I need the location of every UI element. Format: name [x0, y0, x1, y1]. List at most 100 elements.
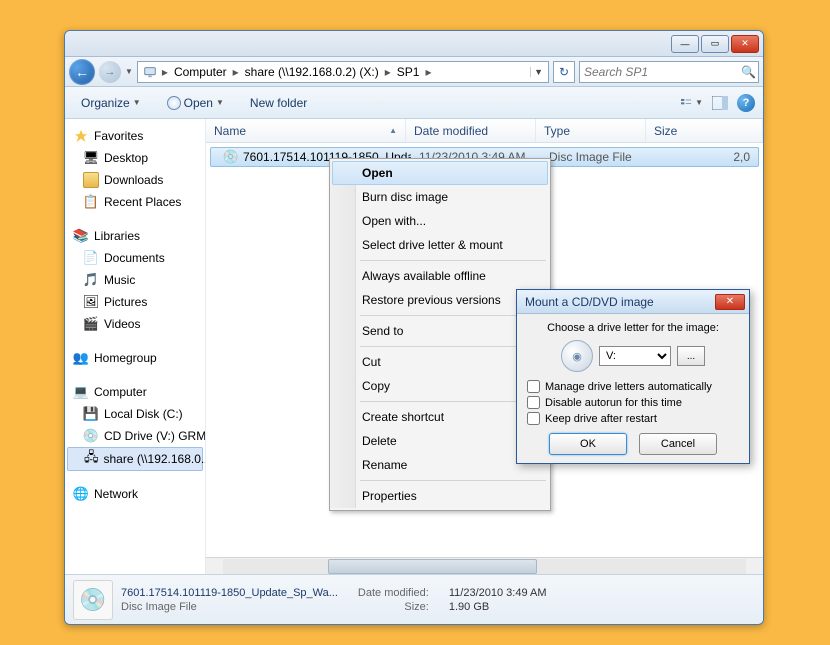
disable-autorun-checkbox[interactable]: Disable autorun for this time: [527, 396, 739, 409]
breadcrumb-dropdown[interactable]: ▼: [530, 67, 546, 77]
file-type: Disc Image File: [541, 150, 651, 164]
desktop-icon: 🖥: [83, 150, 99, 166]
titlebar: — ▭ ✕: [65, 31, 763, 57]
column-header-type[interactable]: Type: [536, 119, 646, 142]
detail-size-label: Size:: [358, 601, 429, 613]
open-icon: [167, 96, 181, 110]
sidebar-computer-header[interactable]: 💻Computer: [65, 381, 205, 403]
drive-icon: 💾: [83, 406, 99, 422]
search-input[interactable]: [584, 65, 741, 79]
computer-icon: 💻: [73, 384, 89, 400]
ok-button[interactable]: OK: [549, 433, 627, 455]
sidebar-item-downloads[interactable]: Downloads: [65, 169, 205, 191]
separator: [360, 480, 546, 481]
disc-image-icon: 💿: [223, 149, 239, 165]
sidebar-item-desktop[interactable]: 🖥Desktop: [65, 147, 205, 169]
sidebar-item-localdisk[interactable]: 💾Local Disk (C:): [65, 403, 205, 425]
sidebar-libraries-header[interactable]: 📚Libraries: [65, 225, 205, 247]
column-header-size[interactable]: Size: [646, 119, 763, 142]
homegroup-icon: 👥: [73, 350, 89, 366]
disc-icon: ◉: [561, 340, 593, 372]
nav-back-button[interactable]: ←: [69, 59, 95, 85]
documents-icon: 📄: [83, 250, 99, 266]
cancel-button[interactable]: Cancel: [639, 433, 717, 455]
star-icon: [73, 128, 89, 144]
column-headers: Name▲ Date modified Type Size: [206, 119, 763, 143]
nav-forward-button[interactable]: →: [99, 61, 121, 83]
sidebar-item-recent[interactable]: 📋Recent Places: [65, 191, 205, 213]
horizontal-scrollbar[interactable]: [206, 557, 763, 574]
sidebar-item-music[interactable]: 🎵Music: [65, 269, 205, 291]
computer-icon: [142, 64, 158, 80]
close-button[interactable]: ✕: [731, 35, 759, 53]
nav-history-dropdown[interactable]: ▼: [125, 67, 133, 76]
cm-openwith[interactable]: Open with...: [332, 209, 548, 233]
dialog-title: Mount a CD/DVD image: [525, 295, 654, 309]
music-icon: 🎵: [83, 272, 99, 288]
chevron-right-icon: ▸: [423, 65, 433, 79]
nav-bar: ← → ▼ ▸ Computer ▸ share (\\192.168.0.2)…: [65, 57, 763, 87]
sort-asc-icon: ▲: [389, 126, 397, 135]
chevron-right-icon: ▸: [383, 65, 393, 79]
dialog-prompt: Choose a drive letter for the image:: [527, 322, 739, 334]
breadcrumb-segment[interactable]: share (\\192.168.0.2) (X:): [241, 65, 383, 79]
detail-filetype: Disc Image File: [121, 601, 338, 613]
refresh-button[interactable]: ↻: [553, 61, 575, 83]
sidebar-item-share[interactable]: 🖧share (\\192.168.0.2): [67, 447, 203, 471]
cm-properties[interactable]: Properties: [332, 484, 548, 508]
sidebar-homegroup-header[interactable]: 👥Homegroup: [65, 347, 205, 369]
navigation-pane: Favorites 🖥Desktop Downloads 📋Recent Pla…: [65, 119, 205, 574]
cd-icon: 💿: [83, 428, 99, 444]
cm-burn[interactable]: Burn disc image: [332, 185, 548, 209]
chevron-right-icon: ▸: [160, 65, 170, 79]
recent-icon: 📋: [83, 194, 99, 210]
dialog-titlebar: Mount a CD/DVD image ✕: [517, 290, 749, 314]
detail-date-value: 11/23/2010 3:49 AM: [449, 587, 755, 599]
cm-open[interactable]: Open: [332, 161, 548, 185]
sidebar-item-cddrive[interactable]: 💿CD Drive (V:) GRMSP: [65, 425, 205, 447]
libraries-icon: 📚: [73, 228, 89, 244]
open-button[interactable]: Open ▼: [159, 93, 232, 113]
detail-filename: 7601.17514.101119-1850_Update_Sp_Wa...: [121, 587, 338, 599]
view-options-button[interactable]: ▼: [681, 92, 703, 114]
pictures-icon: 🖼: [83, 294, 99, 310]
browse-button[interactable]: ...: [677, 346, 705, 366]
detail-size-value: 1.90 GB: [449, 601, 755, 613]
detail-date-label: Date modified:: [358, 587, 429, 599]
downloads-icon: [83, 172, 99, 188]
cm-always-offline[interactable]: Always available offline: [332, 264, 548, 288]
minimize-button[interactable]: —: [671, 35, 699, 53]
sidebar-network-header[interactable]: 🌐Network: [65, 483, 205, 505]
sidebar-favorites-header[interactable]: Favorites: [65, 125, 205, 147]
column-header-name[interactable]: Name▲: [206, 119, 406, 142]
help-button[interactable]: ?: [737, 94, 755, 112]
sidebar-item-videos[interactable]: 🎬Videos: [65, 313, 205, 335]
sidebar-item-documents[interactable]: 📄Documents: [65, 247, 205, 269]
cm-select-drive[interactable]: Select drive letter & mount: [332, 233, 548, 257]
search-box[interactable]: 🔍: [579, 61, 759, 83]
separator: [360, 260, 546, 261]
organize-button[interactable]: Organize ▼: [73, 93, 149, 113]
sidebar-item-pictures[interactable]: 🖼Pictures: [65, 291, 205, 313]
disc-image-icon: 💿: [73, 580, 113, 620]
network-drive-icon: 🖧: [84, 451, 99, 467]
drive-letter-select[interactable]: V:: [599, 346, 671, 366]
network-icon: 🌐: [73, 486, 89, 502]
scrollbar-thumb[interactable]: [328, 559, 537, 574]
mount-dialog: Mount a CD/DVD image ✕ Choose a drive le…: [516, 289, 750, 464]
preview-pane-button[interactable]: [709, 92, 731, 114]
keep-drive-checkbox[interactable]: Keep drive after restart: [527, 412, 739, 425]
breadcrumb-segment[interactable]: Computer: [170, 65, 231, 79]
videos-icon: 🎬: [83, 316, 99, 332]
search-icon: 🔍: [741, 65, 756, 79]
breadcrumb[interactable]: ▸ Computer ▸ share (\\192.168.0.2) (X:) …: [137, 61, 549, 83]
maximize-button[interactable]: ▭: [701, 35, 729, 53]
file-size: 2,0: [651, 150, 758, 164]
column-header-date[interactable]: Date modified: [406, 119, 536, 142]
manage-letters-checkbox[interactable]: Manage drive letters automatically: [527, 380, 739, 393]
new-folder-button[interactable]: New folder: [242, 93, 315, 113]
breadcrumb-segment[interactable]: SP1: [393, 65, 424, 79]
details-pane: 💿 7601.17514.101119-1850_Update_Sp_Wa...…: [65, 574, 763, 624]
dialog-close-button[interactable]: ✕: [715, 294, 745, 310]
chevron-right-icon: ▸: [231, 65, 241, 79]
